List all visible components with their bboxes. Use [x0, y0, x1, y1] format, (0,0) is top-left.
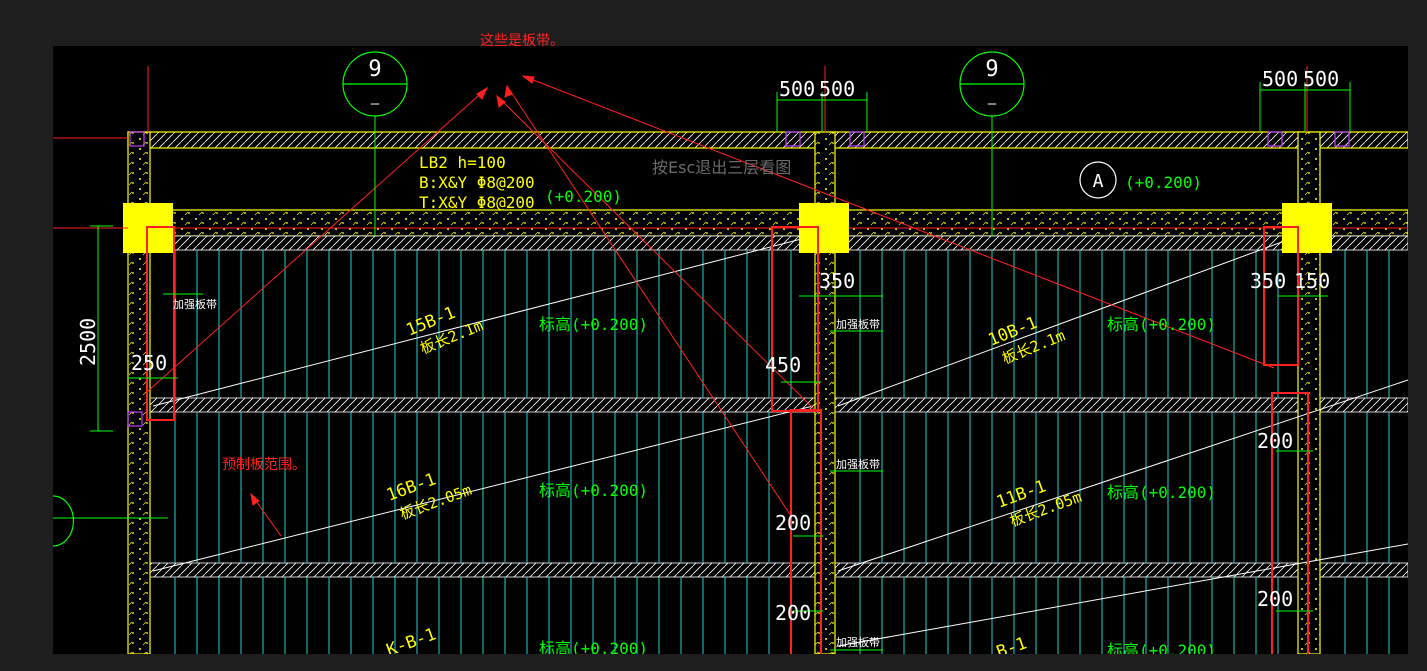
- left-partial-circle: [53, 495, 74, 547]
- dim-left-vertical: 2500: [76, 318, 100, 366]
- dim-right-200b: 200: [1257, 587, 1293, 611]
- slab-band-lower: [147, 562, 1408, 578]
- slab-note-line1: LB2 h=100: [419, 153, 506, 172]
- annotation-precast-range: 预制板范围。: [222, 457, 306, 473]
- slab-note-elev: (+0.200): [545, 187, 622, 206]
- panel-diagonals: [152, 235, 1408, 647]
- tag-reinforced-4: 加强板带: [836, 635, 880, 649]
- grid-circle-label: A: [1093, 171, 1104, 192]
- panel-elev: 标高(+0.200): [539, 639, 648, 654]
- dim-right-350: 350: [1250, 269, 1286, 293]
- dim-mid-350: 350: [819, 269, 855, 293]
- panel-elev: 标高(+0.200): [1107, 315, 1216, 334]
- top-wall: [127, 131, 1408, 149]
- dim-right-200a: 200: [1257, 429, 1293, 453]
- tag-reinforced-2: 加强板带: [836, 317, 880, 331]
- dim-left-250: 250: [131, 351, 167, 375]
- annotation-slab-bands: 这些是板带。: [480, 33, 564, 49]
- slab-note-line2: B:X&Y Φ8@200: [419, 173, 535, 192]
- dim-mid-200a: 200: [775, 511, 811, 535]
- tag-reinforced-1: 加强板带: [173, 297, 217, 311]
- panel-elev: 标高(+0.200): [539, 481, 648, 500]
- panel-name: B-1: [994, 633, 1030, 654]
- bubble1-bottom: —: [371, 96, 380, 112]
- bubble2-bottom: —: [988, 96, 997, 112]
- elev-a: (+0.200): [1125, 173, 1202, 192]
- slab-seams: [174, 250, 1390, 654]
- dim-top-mid-left: 500: [779, 77, 815, 101]
- esc-hint: 按Esc退出三层看图: [652, 158, 792, 177]
- cad-viewport[interactable]: 9 — 9 — A LB2 h=100 B:X&Y Φ8@200 T:X&Y Φ…: [53, 46, 1408, 654]
- slab-note-line3: T:X&Y Φ8@200: [419, 193, 535, 212]
- tag-reinforced-3: 加强板带: [836, 457, 880, 471]
- dim-mid-200b: 200: [775, 601, 811, 625]
- ring-beam: [127, 209, 1408, 237]
- bubble2-top: 9: [985, 57, 998, 82]
- panel-elev: 标高(+0.200): [1107, 641, 1216, 654]
- dim-mid-450: 450: [765, 353, 801, 377]
- bubble1-top: 9: [368, 57, 381, 82]
- dim-top-right-right: 500: [1303, 67, 1339, 91]
- dim-top-mid-right: 500: [819, 77, 855, 101]
- panel-elev: 标高(+0.200): [539, 315, 648, 334]
- cad-drawing: 9 — 9 — A LB2 h=100 B:X&Y Φ8@200 T:X&Y Φ…: [53, 51, 1408, 654]
- band-highlights: [146, 226, 1309, 654]
- slab-band-middle: [147, 397, 1408, 413]
- panel-name: K-B-1: [384, 624, 439, 654]
- dim-top-right-left: 500: [1262, 67, 1298, 91]
- band-top: [147, 235, 1408, 251]
- panel-elev: 标高(+0.200): [1107, 483, 1216, 502]
- dim-right-150: 150: [1294, 269, 1330, 293]
